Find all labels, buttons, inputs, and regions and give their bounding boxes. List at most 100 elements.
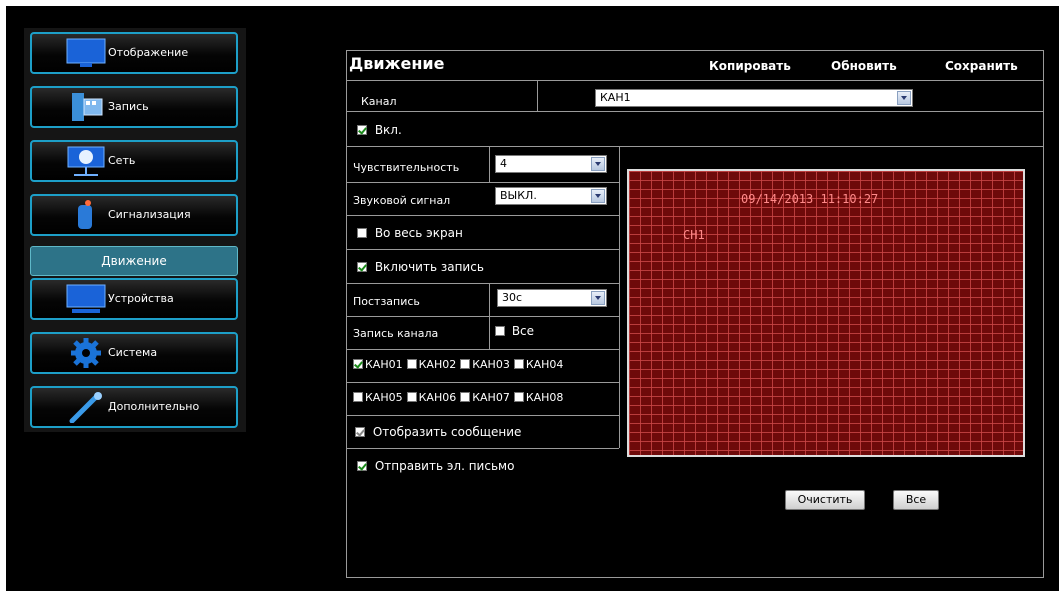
record-row: Включить запись bbox=[357, 260, 484, 274]
channel-value: КАН1 bbox=[600, 91, 631, 104]
channel-row-2: КАН05 КАН06 КАН07 КАН08 bbox=[353, 391, 563, 404]
all-channels-checkbox[interactable] bbox=[495, 326, 505, 336]
sidebar-item-motion[interactable]: Движение bbox=[30, 246, 238, 276]
all-channels-label: Все bbox=[511, 324, 535, 338]
show-message-label: Отобразить сообщение bbox=[372, 425, 522, 439]
film-icon bbox=[72, 93, 103, 121]
sidebar-item-label: Система bbox=[108, 346, 158, 359]
devices-icon bbox=[66, 284, 106, 313]
channel-select[interactable]: КАН1 bbox=[595, 89, 913, 107]
sidebar-item-advanced[interactable]: Дополнительно bbox=[30, 386, 238, 428]
show-message-checkbox[interactable] bbox=[355, 427, 365, 437]
clear-button[interactable]: Очистить bbox=[785, 490, 865, 510]
channel-label: КАН06 bbox=[418, 391, 457, 404]
record-checkbox[interactable] bbox=[357, 262, 367, 272]
sidebar-item-label: Запись bbox=[108, 100, 149, 113]
fullscreen-checkbox[interactable] bbox=[357, 228, 367, 238]
divider bbox=[347, 80, 1043, 81]
divider bbox=[347, 215, 619, 216]
channel-row-1: КАН01 КАН02 КАН03 КАН04 bbox=[353, 358, 563, 371]
channel-checkbox[interactable] bbox=[513, 392, 524, 402]
alarm-icon bbox=[78, 200, 92, 229]
divider bbox=[347, 146, 1043, 147]
buzzer-label: Звуковой сигнал bbox=[353, 194, 451, 207]
divider bbox=[347, 316, 619, 317]
sidebar-item-label: Сигнализация bbox=[108, 208, 191, 221]
sidebar-item-label: Устройства bbox=[108, 292, 174, 305]
sidebar-item-display[interactable]: Отображение bbox=[30, 32, 238, 74]
channel-label: КАН08 bbox=[525, 391, 564, 404]
chevron-down-icon bbox=[591, 157, 605, 171]
channel-label: КАН01 bbox=[365, 358, 403, 371]
buzzer-select[interactable]: ВЫКЛ. bbox=[495, 187, 607, 205]
chevron-down-icon bbox=[591, 189, 605, 203]
record-label: Включить запись bbox=[374, 260, 484, 274]
chevron-down-icon bbox=[591, 291, 605, 305]
sensitivity-select[interactable]: 4 bbox=[495, 155, 607, 173]
divider bbox=[537, 80, 538, 111]
fullscreen-row: Во весь экран bbox=[357, 226, 463, 240]
sidebar: Отображение Запись Сеть Сигнализация Дви… bbox=[24, 28, 246, 432]
send-email-label: Отправить эл. письмо bbox=[374, 459, 515, 473]
channel-label: Канал bbox=[361, 95, 397, 108]
divider bbox=[347, 349, 619, 350]
channel-label: КАН05 bbox=[365, 391, 403, 404]
monitor-icon bbox=[66, 38, 106, 67]
motion-settings-panel: Движение Копировать Обновить Сохранить К… bbox=[346, 50, 1044, 578]
sidebar-item-label: Дополнительно bbox=[108, 400, 200, 413]
divider bbox=[347, 111, 1043, 112]
record-channel-label: Запись канала bbox=[353, 327, 439, 340]
channel-checkbox[interactable] bbox=[513, 359, 524, 369]
enable-checkbox[interactable] bbox=[357, 125, 367, 135]
sidebar-item-network[interactable]: Сеть bbox=[30, 140, 238, 182]
divider bbox=[347, 448, 619, 449]
copy-button[interactable]: Копировать bbox=[709, 59, 791, 73]
channel-checkbox[interactable] bbox=[406, 392, 417, 402]
page-title: Движение bbox=[349, 54, 445, 73]
channel-label: КАН04 bbox=[525, 358, 564, 371]
motion-area-grid[interactable]: 09/14/2013 11:10:27 CH1 bbox=[627, 169, 1025, 457]
dvr-screen: Отображение Запись Сеть Сигнализация Дви… bbox=[6, 6, 1059, 591]
channel-checkbox[interactable] bbox=[460, 392, 471, 402]
sensitivity-value: 4 bbox=[500, 157, 507, 170]
network-icon bbox=[67, 146, 105, 176]
preview-channel-label: CH1 bbox=[683, 228, 705, 242]
enable-label: Вкл. bbox=[374, 123, 402, 137]
sidebar-item-label: Сеть bbox=[108, 154, 136, 167]
all-channels-row: Все bbox=[495, 324, 534, 338]
enable-row: Вкл. bbox=[357, 123, 402, 137]
fullscreen-label: Во весь экран bbox=[374, 226, 463, 240]
postrecord-label: Постзапись bbox=[353, 295, 420, 308]
divider bbox=[347, 382, 619, 383]
select-all-button[interactable]: Все bbox=[893, 490, 939, 510]
channel-checkbox[interactable] bbox=[353, 359, 363, 369]
sensitivity-label: Чувствительность bbox=[353, 161, 460, 174]
channel-checkbox[interactable] bbox=[353, 392, 363, 402]
channel-label: КАН07 bbox=[472, 391, 510, 404]
divider bbox=[619, 146, 620, 448]
sidebar-item-label: Отображение bbox=[108, 46, 189, 59]
divider bbox=[347, 283, 619, 284]
sidebar-item-alarm[interactable]: Сигнализация bbox=[30, 194, 238, 236]
postrecord-select[interactable]: 30с bbox=[497, 289, 607, 307]
channel-checkbox[interactable] bbox=[406, 359, 417, 369]
channel-label: КАН03 bbox=[472, 358, 510, 371]
divider bbox=[347, 182, 619, 183]
tools-icon bbox=[69, 392, 102, 423]
show-message-row: Отобразить сообщение bbox=[355, 425, 521, 439]
gear-icon bbox=[71, 338, 101, 368]
refresh-button[interactable]: Обновить bbox=[831, 59, 897, 73]
divider bbox=[347, 415, 619, 416]
divider bbox=[347, 249, 619, 250]
divider bbox=[489, 146, 490, 182]
preview-timestamp: 09/14/2013 11:10:27 bbox=[741, 192, 879, 206]
buzzer-value: ВЫКЛ. bbox=[500, 189, 537, 202]
send-email-checkbox[interactable] bbox=[357, 461, 367, 471]
chevron-down-icon bbox=[897, 91, 911, 105]
sidebar-item-devices[interactable]: Устройства bbox=[30, 278, 238, 320]
send-email-row: Отправить эл. письмо bbox=[357, 459, 514, 473]
sidebar-item-record[interactable]: Запись bbox=[30, 86, 238, 128]
channel-checkbox[interactable] bbox=[460, 359, 471, 369]
sidebar-item-system[interactable]: Система bbox=[30, 332, 238, 374]
save-button[interactable]: Сохранить bbox=[945, 59, 1018, 73]
